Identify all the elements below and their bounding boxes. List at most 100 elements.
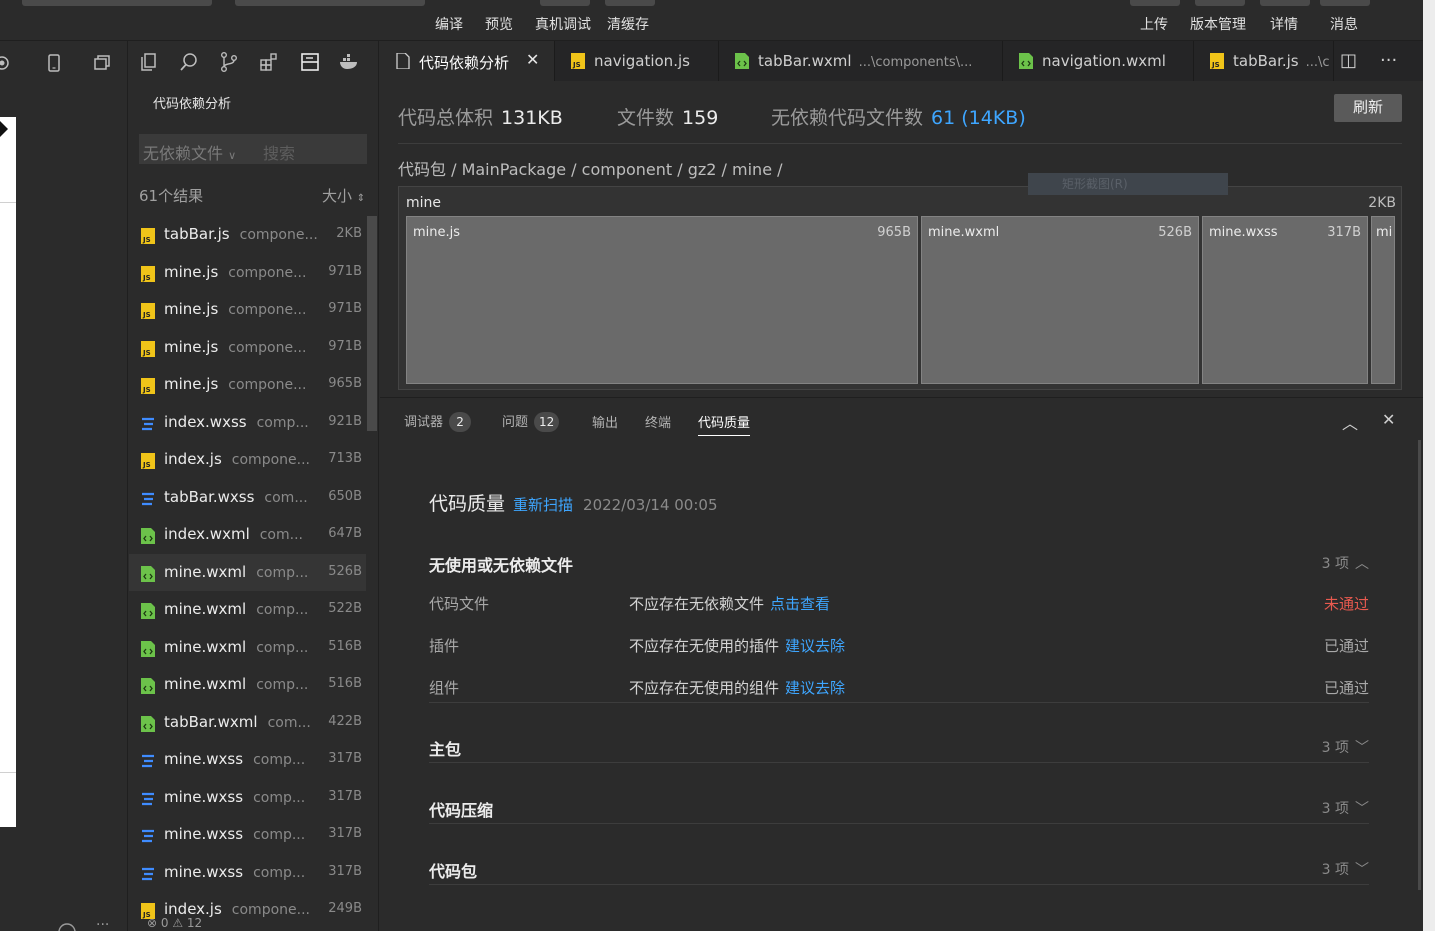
version-management-button[interactable]: 版本管理: [1190, 14, 1246, 34]
file-list-item[interactable]: index.wxml com... 647B: [129, 516, 366, 553]
editor-tab[interactable]: navigation.wxml: [1003, 41, 1194, 81]
breadcrumb[interactable]: 代码包 / MainPackage / component / gz2 / mi…: [398, 156, 783, 180]
file-label: mine.wxml comp...: [164, 563, 308, 581]
file-size: 516B: [328, 676, 362, 691]
upload-button[interactable]: 上传: [1140, 14, 1168, 34]
file-size: 317B: [328, 788, 362, 804]
file-list-item[interactable]: mine.wxss comp... 317B: [129, 854, 366, 891]
rescan-link[interactable]: 重新扫描: [513, 496, 573, 514]
editor-tab[interactable]: JS navigation.js: [555, 41, 719, 81]
treemap-cell-mine-wxss[interactable]: mine.wxss 317B: [1202, 216, 1368, 384]
preview-icon-button[interactable]: [605, 0, 655, 6]
scrollbar[interactable]: [367, 216, 377, 431]
treemap-cell-mine-other[interactable]: mi: [1371, 216, 1395, 384]
file-list-item[interactable]: JS index.js compone... 713B: [129, 441, 366, 478]
quality-section-header[interactable]: 代码压缩 3 项 ﹀: [429, 793, 1369, 823]
dependency-analysis-icon[interactable]: [299, 51, 321, 73]
maximize-panel-icon[interactable]: ︿: [1342, 410, 1358, 434]
unused-files-link[interactable]: 61 (14KB): [931, 107, 1026, 129]
file-label: mine.wxss comp...: [164, 788, 305, 806]
rule-category: 组件: [429, 679, 460, 697]
file-list-item[interactable]: mine.wxml comp... 526B: [129, 553, 366, 591]
extensions-icon[interactable]: [258, 51, 280, 73]
file-list-item[interactable]: mine.wxml comp... 522B: [129, 591, 366, 628]
real-device-debug-button[interactable]: 真机调试: [535, 14, 591, 34]
docker-icon[interactable]: [338, 51, 360, 73]
source-control-icon[interactable]: [218, 51, 240, 73]
details-button[interactable]: 详情: [1270, 14, 1298, 34]
file-path: comp...: [256, 564, 309, 581]
compile-mode-select[interactable]: [235, 0, 425, 6]
file-label: tabBar.wxss com...: [164, 488, 308, 506]
rule-category: 代码文件: [429, 595, 490, 613]
page-title: 代码质量: [429, 493, 506, 515]
compile-icon-button[interactable]: [540, 0, 590, 6]
quality-section-header[interactable]: 主包 3 项 ﹀: [429, 732, 1369, 762]
quality-section-header[interactable]: 代码包 3 项 ﹀: [429, 854, 1369, 884]
file-list-item[interactable]: mine.wxss comp... 317B: [129, 741, 366, 778]
more-actions-icon[interactable]: ···: [1380, 50, 1397, 71]
file-size: 971B: [328, 263, 362, 279]
problems-status[interactable]: ⊗ 0 ⚠ 12: [147, 916, 202, 930]
messages-button[interactable]: 消息: [1330, 14, 1358, 34]
tab-debugger[interactable]: 调试器 2: [404, 411, 472, 432]
treemap-cell-name: mi: [1376, 225, 1393, 240]
version-icon-button[interactable]: [1195, 0, 1245, 6]
treemap-title[interactable]: mine: [406, 195, 441, 211]
file-list-item[interactable]: JS mine.js compone... 971B: [129, 329, 366, 366]
close-tab-icon[interactable]: ✕: [526, 50, 539, 69]
file-list-item[interactable]: JS tabBar.js compone... 2KB: [129, 216, 366, 253]
file-list-item[interactable]: JS mine.js compone... 965B: [129, 366, 366, 403]
svg-text:JS: JS: [572, 61, 581, 69]
rule-link[interactable]: 点击查看: [770, 595, 830, 613]
file-list-item[interactable]: tabBar.wxss com... 650B: [129, 479, 366, 516]
file-list-item[interactable]: index.wxss comp... 921B: [129, 404, 366, 441]
upload-icon-button[interactable]: [1130, 0, 1180, 6]
file-list-item[interactable]: tabBar.wxml com... 422B: [129, 704, 366, 741]
mode-select[interactable]: [22, 0, 212, 6]
more-icon[interactable]: ···: [96, 917, 109, 931]
record-icon[interactable]: [0, 53, 12, 73]
treemap-cell-mine-wxml[interactable]: mine.wxml 526B: [921, 216, 1199, 384]
file-list-item[interactable]: JS mine.js compone... 971B: [129, 291, 366, 328]
refresh-button[interactable]: 刷新: [1334, 94, 1402, 122]
editor-tab[interactable]: tabBar.wxml ...\components\...: [719, 41, 1003, 81]
tab-output[interactable]: 输出: [592, 412, 618, 431]
tab-terminal[interactable]: 终端: [645, 412, 671, 431]
files-icon[interactable]: [138, 51, 160, 73]
rule-link[interactable]: 建议去除: [785, 679, 845, 697]
simulator-screen[interactable]: [0, 117, 16, 827]
scrollbar[interactable]: [1418, 440, 1421, 890]
clear-cache-button[interactable]: 清缓存: [607, 14, 649, 34]
compile-button[interactable]: 编译: [435, 14, 463, 34]
window-icon[interactable]: [92, 53, 112, 73]
file-name: tabBar.wxml: [164, 712, 258, 731]
svg-text:JS: JS: [142, 461, 151, 469]
tab-code-quality[interactable]: 代码质量: [698, 412, 751, 436]
search-input[interactable]: 搜索: [263, 140, 295, 164]
close-panel-icon[interactable]: ✕: [1382, 410, 1395, 429]
filter-select[interactable]: 无依赖文件 ∨: [143, 140, 236, 164]
file-list-item[interactable]: mine.wxss comp... 317B: [129, 816, 366, 853]
file-list-item[interactable]: mine.wxml comp... 516B: [129, 666, 366, 703]
split-editor-icon[interactable]: ◫: [1340, 50, 1357, 71]
settings-icon[interactable]: [56, 921, 78, 931]
phone-icon[interactable]: [44, 53, 64, 73]
tab-problems[interactable]: 问题 12: [502, 411, 560, 432]
treemap-cell-mine-js[interactable]: mine.js 965B: [406, 216, 918, 384]
screenshot-tooltip: 矩形截图(R): [1028, 173, 1228, 195]
rule-link[interactable]: 建议去除: [785, 637, 845, 655]
file-list-item[interactable]: JS mine.js compone... 971B: [129, 254, 366, 291]
window-edge: [1423, 0, 1435, 931]
file-list-item[interactable]: mine.wxml comp... 516B: [129, 629, 366, 666]
sort-icon: ⇕: [356, 193, 366, 204]
message-icon-button[interactable]: [1320, 0, 1370, 6]
quality-section-header[interactable]: 无使用或无依赖文件 3 项 ︿: [429, 548, 1369, 578]
editor-tab[interactable]: 代码依赖分析 ✕: [380, 41, 555, 81]
search-icon[interactable]: [178, 51, 200, 73]
file-list-item[interactable]: mine.wxss comp... 317B: [129, 779, 366, 816]
sort-button[interactable]: 大小 ⇕: [322, 185, 365, 206]
editor-tab[interactable]: JS tabBar.js ...\c: [1194, 41, 1334, 81]
preview-button[interactable]: 预览: [485, 14, 513, 34]
detail-icon-button[interactable]: [1260, 0, 1310, 6]
